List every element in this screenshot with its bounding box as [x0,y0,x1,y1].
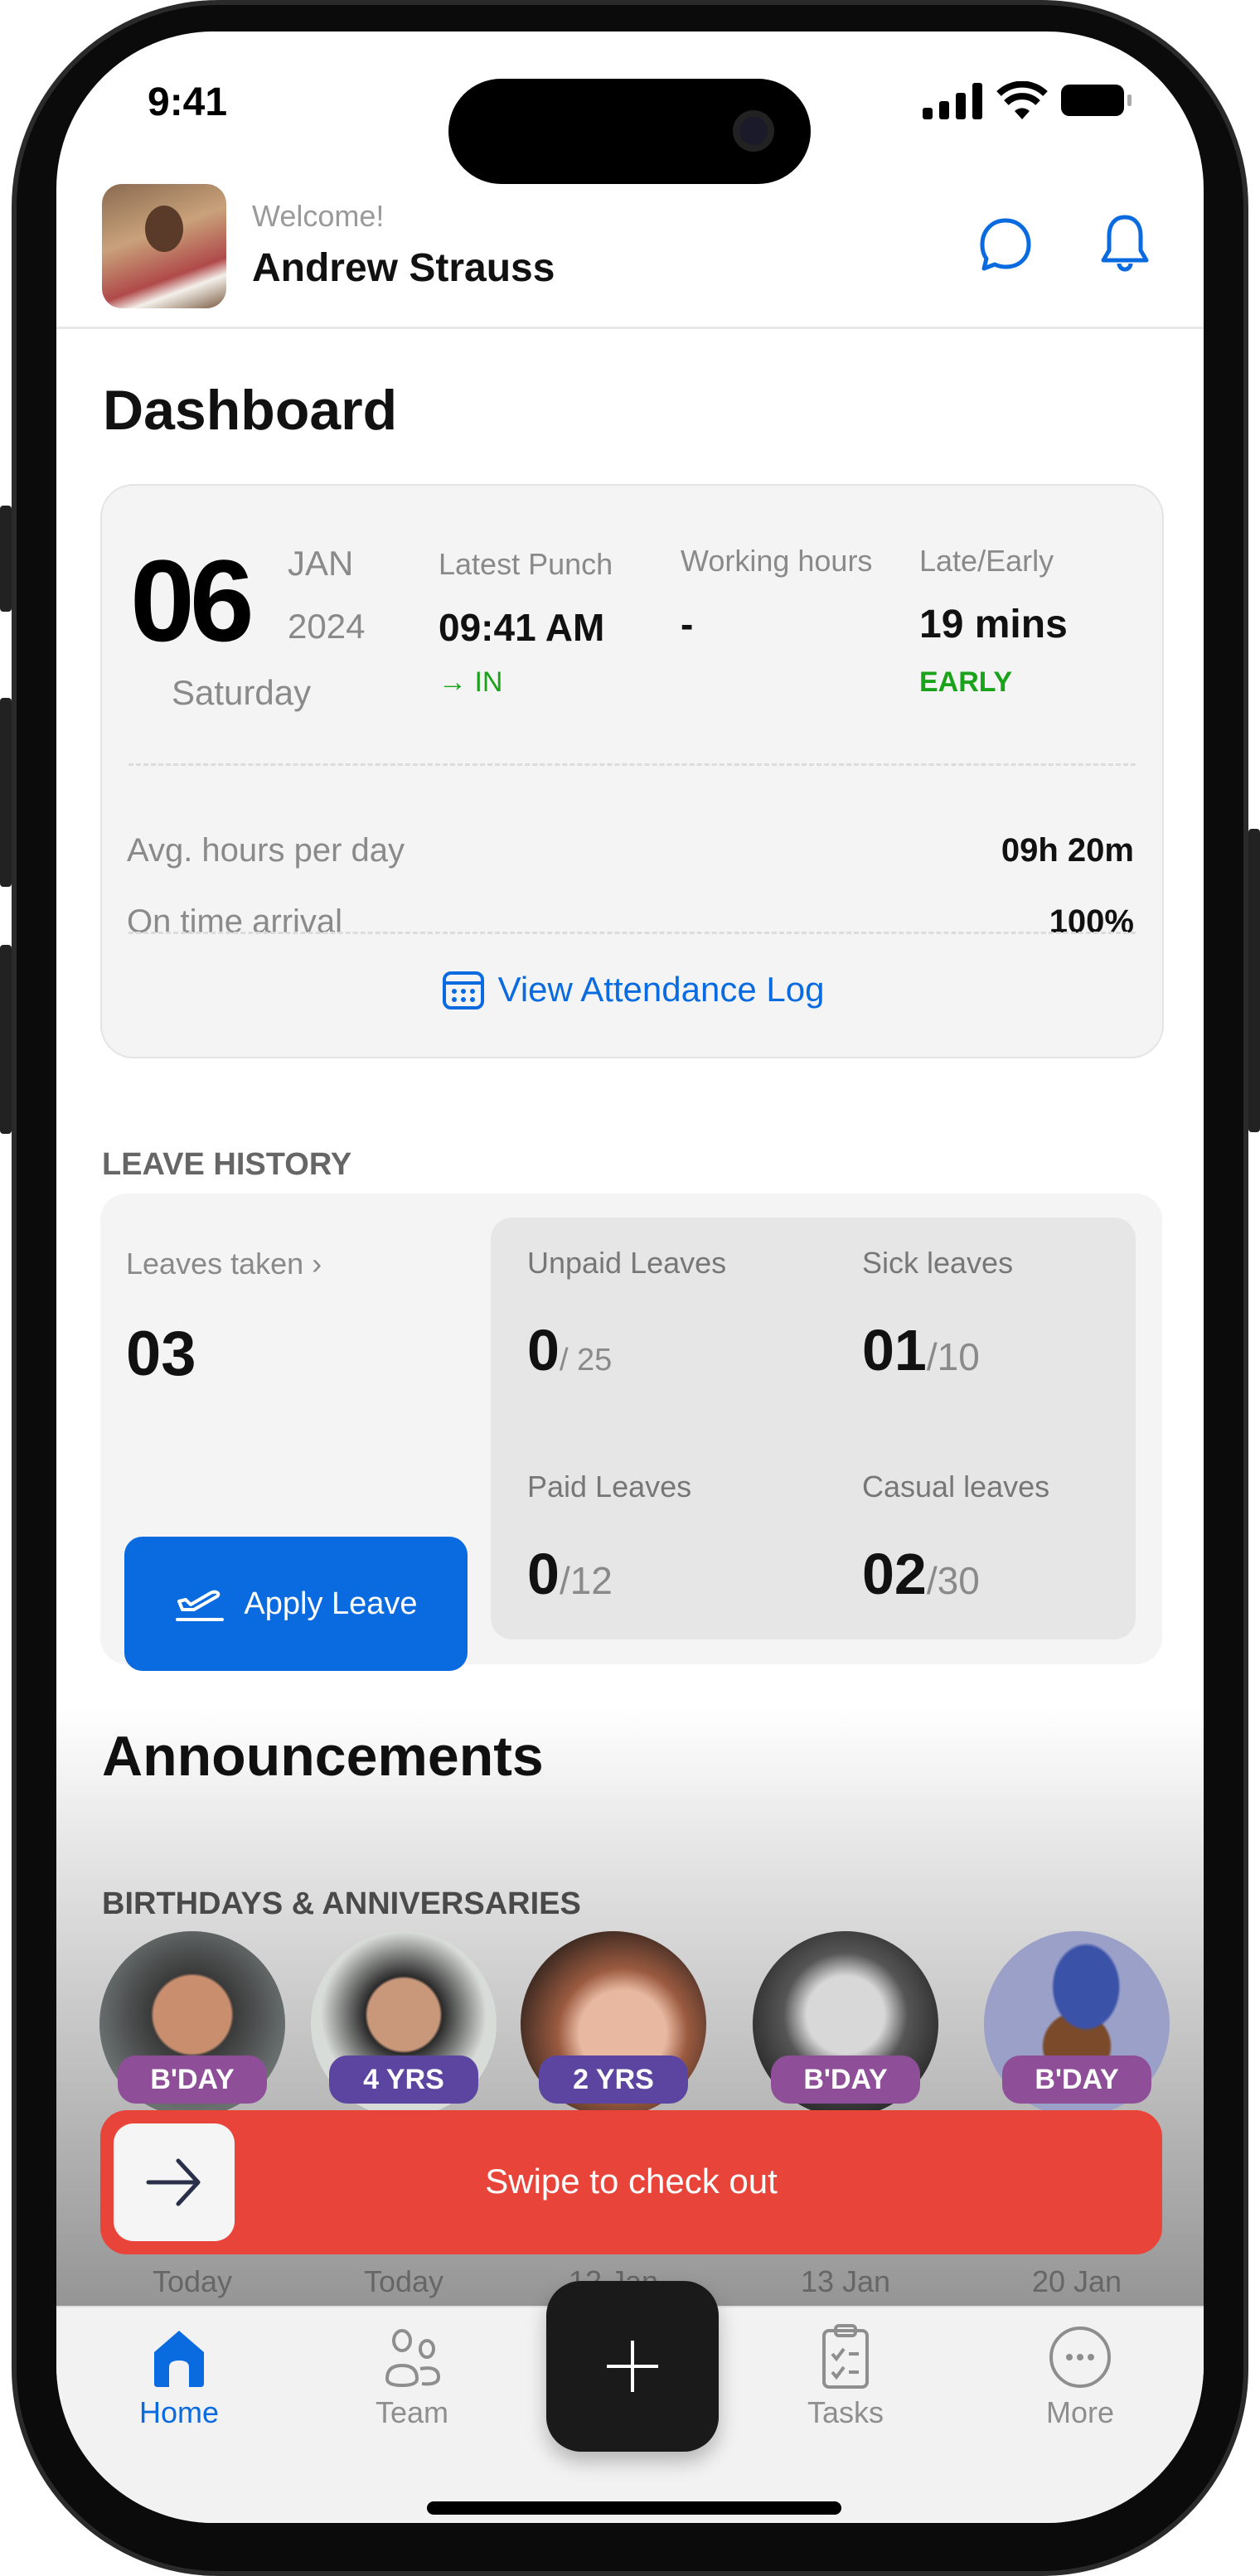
chat-icon[interactable] [976,215,1035,275]
on-time-value: 100% [1049,903,1134,940]
home-indicator [427,2501,841,2515]
nav-team-label: Team [375,2395,449,2429]
nav-more[interactable]: More [997,2324,1163,2440]
leave-history-card: Leaves taken › 03 Apply Leave Unpaid Lea… [100,1194,1162,1671]
nav-more-label: More [1045,2395,1115,2429]
swipe-to-check-out-slider[interactable]: Swipe to check out [100,2110,1162,2254]
leave-total: /30 [926,1559,980,1602]
avatar-face [145,206,183,252]
leave-type-label: Unpaid Leaves [527,1246,727,1280]
late-early-status: EARLY [919,666,1013,698]
battery-cap [1127,94,1132,106]
nav-home[interactable]: Home [96,2327,262,2443]
nav-tasks-label: Tasks [807,2395,884,2429]
volume-down-button[interactable] [0,945,12,1134]
action-button[interactable] [0,506,12,612]
camera-icon [733,110,774,152]
punch-direction: → IN [439,666,502,699]
signal-icon [923,83,982,119]
nav-tasks[interactable]: Tasks [763,2324,928,2440]
birthdays-subtitle: BIRTHDAYS & ANNIVERSARIES [102,1886,581,1921]
working-hours-value: - [681,603,694,646]
arrow-right-icon: → [439,666,467,698]
home-icon [154,2331,204,2387]
person-badge: 2 YRS [539,2055,688,2104]
latest-punch-value: 09:41 AM [439,606,605,649]
late-early-label: Late/Early [919,544,1054,578]
calendar-icon [442,971,484,1010]
on-time-label: On time arrival [127,903,343,940]
nav-home-label: Home [138,2395,220,2429]
person-date: Today [363,2264,444,2298]
avg-hours-value: 09h 20m [1001,832,1134,869]
user-name: Andrew Strauss [252,246,555,290]
battery-icon [1061,85,1124,116]
person-card[interactable]: B'DAY 13 Jan [753,1931,938,2298]
dynamic-island [448,79,811,184]
add-button[interactable] [546,2281,719,2452]
person-card[interactable]: B'DAY 20 Jan [984,1931,1170,2298]
leaves-taken-label: Leaves taken [126,1247,304,1281]
apply-leave-button[interactable]: Apply Leave [124,1537,468,1671]
chevron-right-icon: › [312,1247,322,1281]
leave-total: /10 [926,1335,980,1378]
plus-icon [607,2341,658,2392]
person-badge: B'DAY [771,2055,920,2104]
leave-type-label: Casual leaves [862,1470,1050,1503]
screen: 9:41 Welcome! Andrew Strauss Dashboard 0… [56,31,1204,2523]
latest-punch-label: Latest Punch [439,547,613,581]
person-badge: B'DAY [1002,2055,1151,2104]
leave-total: /12 [559,1559,613,1602]
view-attendance-log-link[interactable]: View Attendance Log [102,966,1162,1013]
leave-used: 0 [527,1542,560,1606]
leave-used: 01 [862,1318,927,1382]
person-date: 20 Jan [1031,2264,1122,2298]
leave-type-label: Paid Leaves [527,1470,692,1503]
announcements-title: Announcements [102,1725,544,1788]
clipboard-icon [822,2324,869,2389]
divider [128,763,1136,766]
nav-team[interactable]: Team [329,2327,495,2443]
date-day: 06 [130,535,254,666]
person-card[interactable]: 4 YRS Today [311,1931,497,2298]
welcome-text: Welcome! [252,199,385,233]
divider [128,932,1136,934]
leaves-taken-value: 03 [126,1319,196,1389]
volume-up-button[interactable] [0,698,12,887]
working-hours-label: Working hours [681,544,873,578]
leave-type-label: Sick leaves [862,1246,1014,1280]
person-badge: B'DAY [118,2055,267,2104]
date-month: JAN [288,544,354,583]
attendance-card: 06 JAN 2024 Saturday Latest Punch 09:41 … [100,484,1164,1058]
avg-hours-label: Avg. hours per day [127,832,405,869]
punch-direction-text: IN [474,666,503,698]
date-weekday: Saturday [172,673,312,712]
swipe-label: Swipe to check out [485,2162,778,2201]
view-attendance-log-label: View Attendance Log [497,970,825,1009]
late-early-value: 19 mins [919,603,1068,646]
power-button[interactable] [1248,829,1260,1132]
apply-leave-label: Apply Leave [244,1586,418,1621]
date-year: 2024 [288,607,366,646]
airplane-icon [176,1590,225,1621]
leave-used: 0 [527,1318,560,1382]
page-title: Dashboard [103,379,398,442]
team-icon [385,2329,441,2388]
leave-total: / 25 [559,1343,613,1378]
more-icon [1049,2327,1111,2388]
leave-balances-panel: Unpaid Leaves 0/ 25 Sick leaves 01/10 Pa… [491,1218,1136,1639]
person-badge: 4 YRS [329,2055,478,2104]
status-time: 9:41 [148,80,228,124]
header-divider [56,327,1204,329]
person-card[interactable]: B'DAY Today [99,1931,285,2298]
person-card[interactable]: 2 YRS 12 Jan [521,1931,706,2298]
leaves-taken-link[interactable]: Leaves taken › [126,1247,322,1281]
person-date: 13 Jan [800,2264,891,2298]
leave-history-title: LEAVE HISTORY [102,1147,352,1182]
user-avatar[interactable] [102,184,226,308]
leave-used: 02 [862,1542,927,1606]
bell-icon[interactable] [1098,212,1152,275]
person-date: Today [152,2264,233,2298]
wifi-icon [996,81,1048,119]
